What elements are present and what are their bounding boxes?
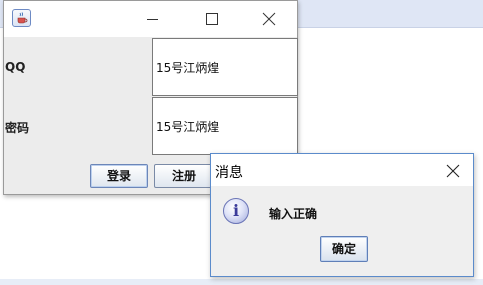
ok-button[interactable]: 确定 <box>320 236 368 262</box>
background-taskbar-strip <box>0 279 483 285</box>
dialog-titlebar[interactable]: 消息 <box>211 154 473 186</box>
minimize-button[interactable] <box>130 1 174 37</box>
dialog-title: 消息 <box>215 165 243 181</box>
maximize-icon <box>206 13 218 25</box>
password-field[interactable]: 15号江炳煌 <box>152 97 298 155</box>
java-cup-icon <box>12 9 31 27</box>
close-icon <box>262 12 276 26</box>
register-button[interactable]: 注册 <box>154 164 214 188</box>
maximize-button[interactable] <box>189 1 233 37</box>
login-button[interactable]: 登录 <box>90 164 148 188</box>
qq-label: QQ <box>5 60 26 74</box>
message-dialog: 消息 i 输入正确 确定 <box>210 153 474 277</box>
minimize-icon <box>147 19 158 20</box>
qq-field[interactable]: 15号江炳煌 <box>152 38 298 96</box>
login-window-titlebar[interactable] <box>4 1 297 37</box>
info-icon: i <box>223 198 249 224</box>
close-icon <box>446 164 460 178</box>
password-label: 密码 <box>5 121 30 135</box>
dialog-message: 输入正确 <box>269 207 318 221</box>
close-button[interactable] <box>246 1 290 37</box>
dialog-close-button[interactable] <box>439 158 467 182</box>
